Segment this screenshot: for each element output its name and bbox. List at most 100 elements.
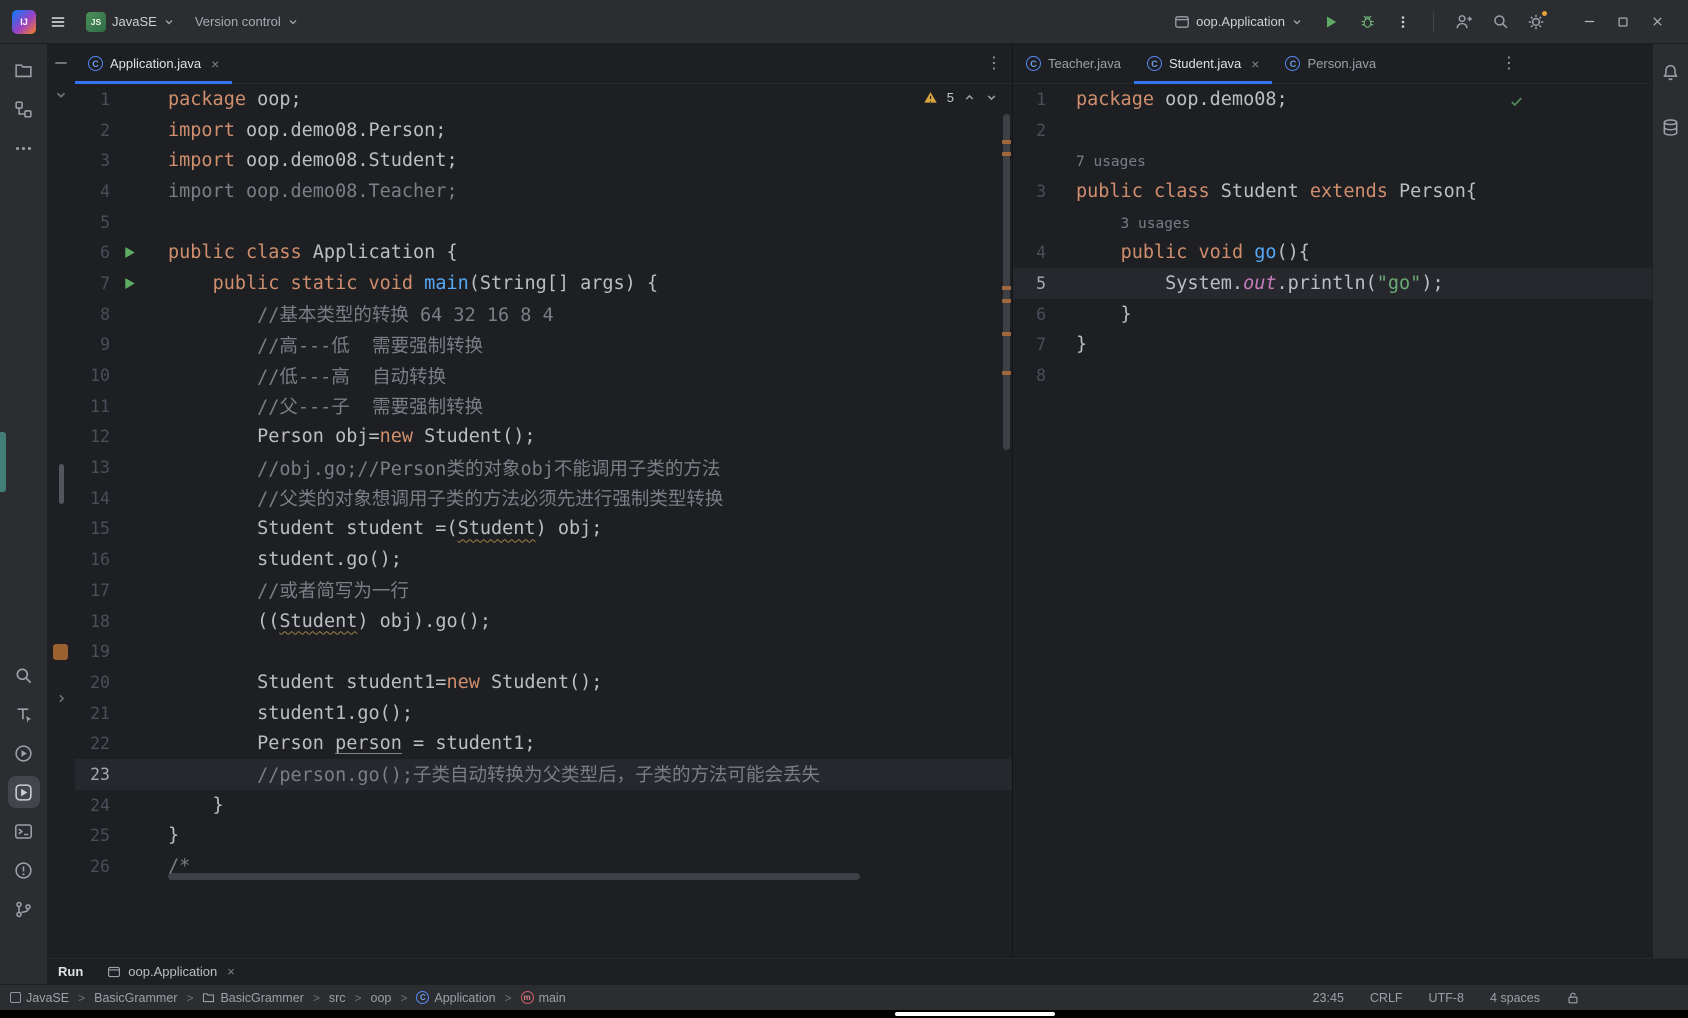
write-access-lock-icon[interactable]	[1566, 991, 1580, 1005]
debug-button[interactable]	[1353, 8, 1381, 36]
line-number[interactable]: 3	[1013, 182, 1046, 201]
run-tab[interactable]: oop.Application ×	[107, 964, 235, 979]
code-line[interactable]: 12 Person obj=new Student();	[75, 422, 1012, 453]
line-number[interactable]: 1	[75, 90, 110, 109]
line-number[interactable]: 13	[75, 458, 110, 477]
stripe-problems-icon[interactable]	[8, 854, 40, 886]
horizontal-scrollbar[interactable]	[168, 873, 860, 880]
breadcrumb-BasicGrammer[interactable]: BasicGrammer	[94, 991, 177, 1005]
line-ending-indicator[interactable]: CRLF	[1370, 991, 1403, 1005]
run-line-icon[interactable]	[122, 276, 137, 291]
close-tab-icon[interactable]: ×	[211, 56, 219, 72]
splitter-handle[interactable]	[55, 62, 67, 64]
line-number[interactable]: 25	[75, 826, 110, 845]
stripe-git-icon[interactable]	[8, 893, 40, 925]
breadcrumb-src[interactable]: src	[329, 991, 346, 1005]
next-warning-chevron-down-icon[interactable]	[985, 91, 998, 104]
vcs-widget[interactable]: Version control	[189, 10, 305, 33]
stripe-search-icon[interactable]	[8, 659, 40, 691]
code-line[interactable]: 5 System.out.println("go");	[1013, 268, 1652, 299]
hamburger-menu-icon[interactable]	[44, 8, 72, 36]
code-line[interactable]: 7 public static void main(String[] args)…	[75, 268, 1012, 299]
stripe-more-icon[interactable]	[8, 132, 40, 164]
stripe-structure-icon[interactable]	[8, 93, 40, 125]
code-line[interactable]: 7}	[1013, 330, 1652, 361]
line-number[interactable]: 2	[75, 121, 110, 140]
breadcrumb-main[interactable]: m main	[520, 991, 566, 1005]
code-line[interactable]: 18 ((Student) obj).go();	[75, 606, 1012, 637]
code-line[interactable]: 5	[75, 207, 1012, 238]
tab-options-kebab-icon[interactable]: ⋮	[1501, 55, 1517, 72]
stripe-notifications-bell-icon[interactable]	[1655, 56, 1687, 88]
line-number[interactable]: 7	[1013, 335, 1046, 354]
line-number[interactable]: 17	[75, 581, 110, 600]
more-actions-kebab-icon[interactable]	[1389, 8, 1417, 36]
breadcrumb-JavaSE[interactable]: JavaSE	[10, 991, 69, 1005]
line-number[interactable]: 3	[75, 151, 110, 170]
editor-tab-Application.java[interactable]: C Application.java ×	[75, 44, 233, 84]
code-line[interactable]: 4 import oop.demo08.Teacher;	[75, 176, 1012, 207]
close-tab-icon[interactable]: ×	[1251, 56, 1259, 72]
project-selector[interactable]: JS JavaSE	[80, 8, 181, 36]
editor-tab-Student.java[interactable]: C Student.java ×	[1134, 44, 1273, 84]
code-line[interactable]: 24 }	[75, 790, 1012, 821]
warning-stripe-mark[interactable]	[1002, 152, 1011, 156]
code-line[interactable]: 8 //基本类型的转换 64 32 16 8 4	[75, 299, 1012, 330]
fold-chevron-down-icon[interactable]	[54, 88, 68, 102]
line-number[interactable]: 6	[1013, 305, 1046, 324]
code-line[interactable]: 6 public class Application {	[75, 237, 1012, 268]
code-line[interactable]: 14 //父类的对象想调用子类的方法必须先进行强制类型转换	[75, 483, 1012, 514]
code-line[interactable]: 17 //或者简写为一行	[75, 575, 1012, 606]
encoding-indicator[interactable]: UTF-8	[1429, 991, 1464, 1005]
code-line[interactable]: 4 public void go(){	[1013, 237, 1652, 268]
line-number[interactable]: 4	[75, 182, 110, 201]
inspections-widget[interactable]: 5	[923, 90, 998, 105]
run-button[interactable]	[1317, 8, 1345, 36]
inlay-line[interactable]: 3 usages	[1013, 207, 1652, 238]
line-number[interactable]: 2	[1013, 121, 1046, 140]
code-line[interactable]: 3 public class Student extends Person{	[1013, 176, 1652, 207]
line-number[interactable]: 22	[75, 734, 110, 753]
vertical-scrollbar[interactable]	[1003, 114, 1010, 450]
line-number[interactable]: 7	[75, 274, 110, 293]
code-line[interactable]: 11 //父---子 需要强制转换	[75, 391, 1012, 422]
line-number[interactable]: 15	[75, 519, 110, 538]
settings-gear-icon[interactable]	[1522, 8, 1550, 36]
no-problems-check-icon[interactable]	[1509, 94, 1524, 109]
stripe-terminal-icon[interactable]	[8, 815, 40, 847]
right-code-area[interactable]: 1 package oop.demo08; 2 7 usages 3 public cla…	[1013, 84, 1652, 958]
warning-stripe-mark[interactable]	[1002, 299, 1011, 303]
line-number[interactable]: 23	[75, 765, 110, 784]
code-line[interactable]: 19	[75, 636, 1012, 667]
stripe-run-icon[interactable]	[7, 776, 40, 808]
run-line-icon[interactable]	[122, 245, 137, 260]
line-number[interactable]: 19	[75, 642, 110, 661]
line-number[interactable]: 5	[1013, 274, 1046, 293]
editor-tab-Person.java[interactable]: C Person.java	[1272, 44, 1389, 83]
code-line[interactable]: 3 import oop.demo08.Student;	[75, 145, 1012, 176]
code-line[interactable]: 15 Student student =(Student) obj;	[75, 514, 1012, 545]
code-line[interactable]: 16 student.go();	[75, 544, 1012, 575]
stripe-services-icon[interactable]	[8, 737, 40, 769]
code-line[interactable]: 8	[1013, 360, 1652, 391]
code-with-me-icon[interactable]	[1450, 8, 1478, 36]
breadcrumb-BasicGrammer[interactable]: BasicGrammer	[202, 991, 304, 1005]
stripe-folder-icon[interactable]	[8, 54, 40, 86]
code-line[interactable]: 9 //高---低 需要强制转换	[75, 330, 1012, 361]
tab-options-kebab-icon[interactable]: ⋮	[986, 55, 1002, 72]
prev-warning-chevron-up-icon[interactable]	[963, 91, 976, 104]
close-button[interactable]	[1640, 7, 1674, 37]
code-line[interactable]: 2	[1013, 115, 1652, 146]
line-number[interactable]: 12	[75, 427, 110, 446]
breadcrumb-Application[interactable]: C Application	[416, 991, 496, 1005]
minimize-button[interactable]	[1572, 7, 1606, 37]
code-line[interactable]: 21 student1.go();	[75, 698, 1012, 729]
line-number[interactable]: 9	[75, 335, 110, 354]
line-number[interactable]: 10	[75, 366, 110, 385]
search-everywhere-icon[interactable]	[1486, 8, 1514, 36]
line-number[interactable]: 5	[75, 213, 110, 232]
usages-inlay-hint[interactable]: 3 usages	[1076, 216, 1191, 232]
line-number[interactable]: 18	[75, 612, 110, 631]
code-line[interactable]: 20 Student student1=new Student();	[75, 667, 1012, 698]
maximize-button[interactable]	[1606, 7, 1640, 37]
